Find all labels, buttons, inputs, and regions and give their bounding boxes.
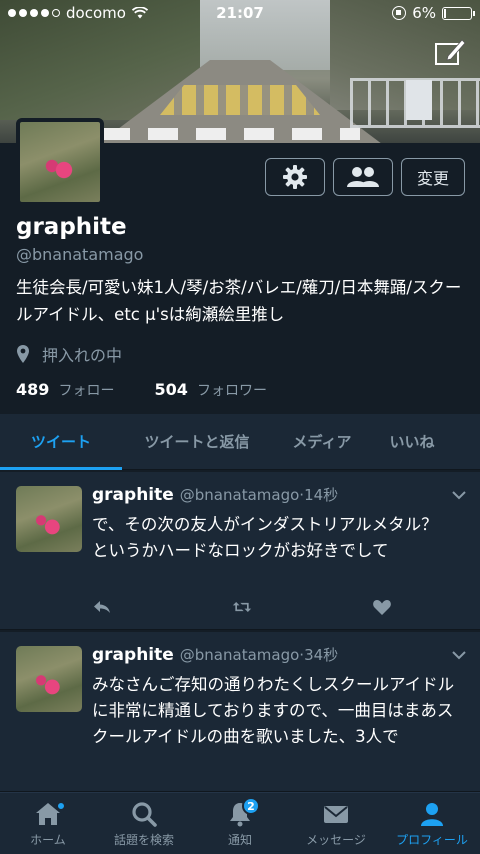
- tweet-text: みなさんご存知の通りわたくしスクールアイドルに非常に精通しておりますので、一曲目…: [92, 675, 455, 746]
- wifi-icon: [131, 7, 148, 19]
- tab-tweets[interactable]: ツイート: [0, 414, 122, 470]
- retweet-icon[interactable]: [232, 597, 252, 617]
- tweet-actions: [92, 597, 392, 617]
- header-crosswalk: [100, 128, 360, 140]
- edit-profile-button[interactable]: 変更: [401, 158, 465, 196]
- profile-handle: @bnanatamago: [16, 245, 144, 264]
- follow-counts: 489 フォロー 504 フォロワー: [16, 380, 267, 400]
- tweet-time: 14秒: [304, 486, 339, 504]
- tab-notifications[interactable]: 2 通知: [192, 793, 288, 854]
- location-pin-icon: [17, 345, 29, 363]
- like-icon[interactable]: [372, 597, 392, 617]
- signal-dot: [8, 9, 16, 17]
- header-road-stripes: [160, 85, 320, 115]
- profile-location: 押入れの中: [16, 342, 122, 366]
- tweet-header: graphite @bnanatamago · 34秒: [92, 644, 466, 665]
- settings-button[interactable]: [265, 158, 325, 196]
- following-label: フォロー: [58, 383, 115, 399]
- carrier-name: docomo: [66, 4, 126, 22]
- following-count-link[interactable]: 489 フォロー: [16, 380, 115, 400]
- header-sign: [406, 80, 432, 120]
- signal-dot: [30, 9, 38, 17]
- signal-dot-empty: [52, 9, 60, 17]
- people-icon: [347, 167, 379, 187]
- rotation-lock-icon: [392, 6, 407, 20]
- gear-icon: [283, 165, 307, 189]
- notification-badge: 2: [241, 797, 260, 815]
- tweet-header: graphite @bnanatamago · 14秒: [92, 484, 466, 505]
- tweet[interactable]: graphite @bnanatamago · 34秒 みなさんご存知の通りわた…: [0, 632, 480, 792]
- tweet-author-handle: @bnanatamago: [179, 486, 300, 504]
- battery-icon: [442, 6, 475, 20]
- mail-icon: [324, 806, 348, 823]
- following-count: 489: [16, 380, 50, 399]
- tweet-avatar[interactable]: [16, 486, 82, 552]
- tab-home[interactable]: ホーム: [0, 793, 96, 854]
- signal-icon: [8, 9, 60, 17]
- tweet-author-name: graphite: [92, 645, 174, 665]
- tweet-author-name: graphite: [92, 485, 174, 505]
- tab-messages[interactable]: メッセージ: [288, 793, 384, 854]
- profile-tabs: ツイート ツイートと返信 メディア いいね: [0, 414, 480, 470]
- person-icon: [421, 803, 443, 826]
- chevron-down-icon[interactable]: [452, 650, 466, 660]
- tab-media[interactable]: メディア: [272, 414, 372, 470]
- reply-icon[interactable]: [92, 597, 112, 617]
- tab-likes[interactable]: いいね: [372, 414, 452, 470]
- tab-label: 通知: [227, 833, 252, 847]
- profile-avatar[interactable]: [16, 118, 104, 206]
- new-content-dot: [55, 801, 66, 811]
- tab-profile[interactable]: プロフィール: [384, 793, 480, 854]
- status-right: 6%: [392, 4, 475, 22]
- search-icon: [132, 802, 157, 827]
- tweet-text: で、その次の友人がインダストリアルメタル？ というかハードなロックがお好きでして: [92, 515, 455, 560]
- tab-label: プロフィール: [396, 833, 468, 847]
- battery-fill: [444, 8, 446, 18]
- tab-label: 話題を検索: [113, 833, 174, 847]
- profile-bio: 生徒会長/可愛い妹1人/琴/お茶/バレエ/薙刀/日本舞踊/スクールアイドル、et…: [16, 278, 462, 324]
- bottom-tab-bar: ホーム 話題を検索 2 通知 メッセージ プロフィール: [0, 792, 480, 854]
- followers-label: フォロワー: [197, 383, 267, 399]
- signal-dot: [41, 9, 49, 17]
- signal-dot: [19, 9, 27, 17]
- profile-name: graphite: [16, 214, 127, 240]
- tweet[interactable]: graphite @bnanatamago · 14秒 で、その次の友人がインダ…: [0, 472, 480, 630]
- tab-label: ホーム: [30, 833, 66, 847]
- tweet-avatar[interactable]: [16, 646, 82, 712]
- tweet-time: 34秒: [304, 646, 339, 664]
- status-bar: docomo 21:07 6%: [0, 0, 480, 26]
- location-text: 押入れの中: [42, 346, 123, 365]
- followers-count: 504: [154, 380, 188, 399]
- tab-label: メッセージ: [306, 833, 366, 847]
- tab-search[interactable]: 話題を検索: [96, 793, 192, 854]
- chevron-down-icon[interactable]: [452, 490, 466, 500]
- tweet-author-handle: @bnanatamago: [179, 646, 300, 664]
- edit-header-icon[interactable]: [434, 36, 466, 68]
- followers-count-link[interactable]: 504 フォロワー: [155, 380, 268, 400]
- battery-percent: 6%: [412, 4, 436, 22]
- lists-button[interactable]: [333, 158, 393, 196]
- profile-action-buttons: 変更: [265, 158, 465, 196]
- tab-tweets-replies[interactable]: ツイートと返信: [122, 414, 272, 470]
